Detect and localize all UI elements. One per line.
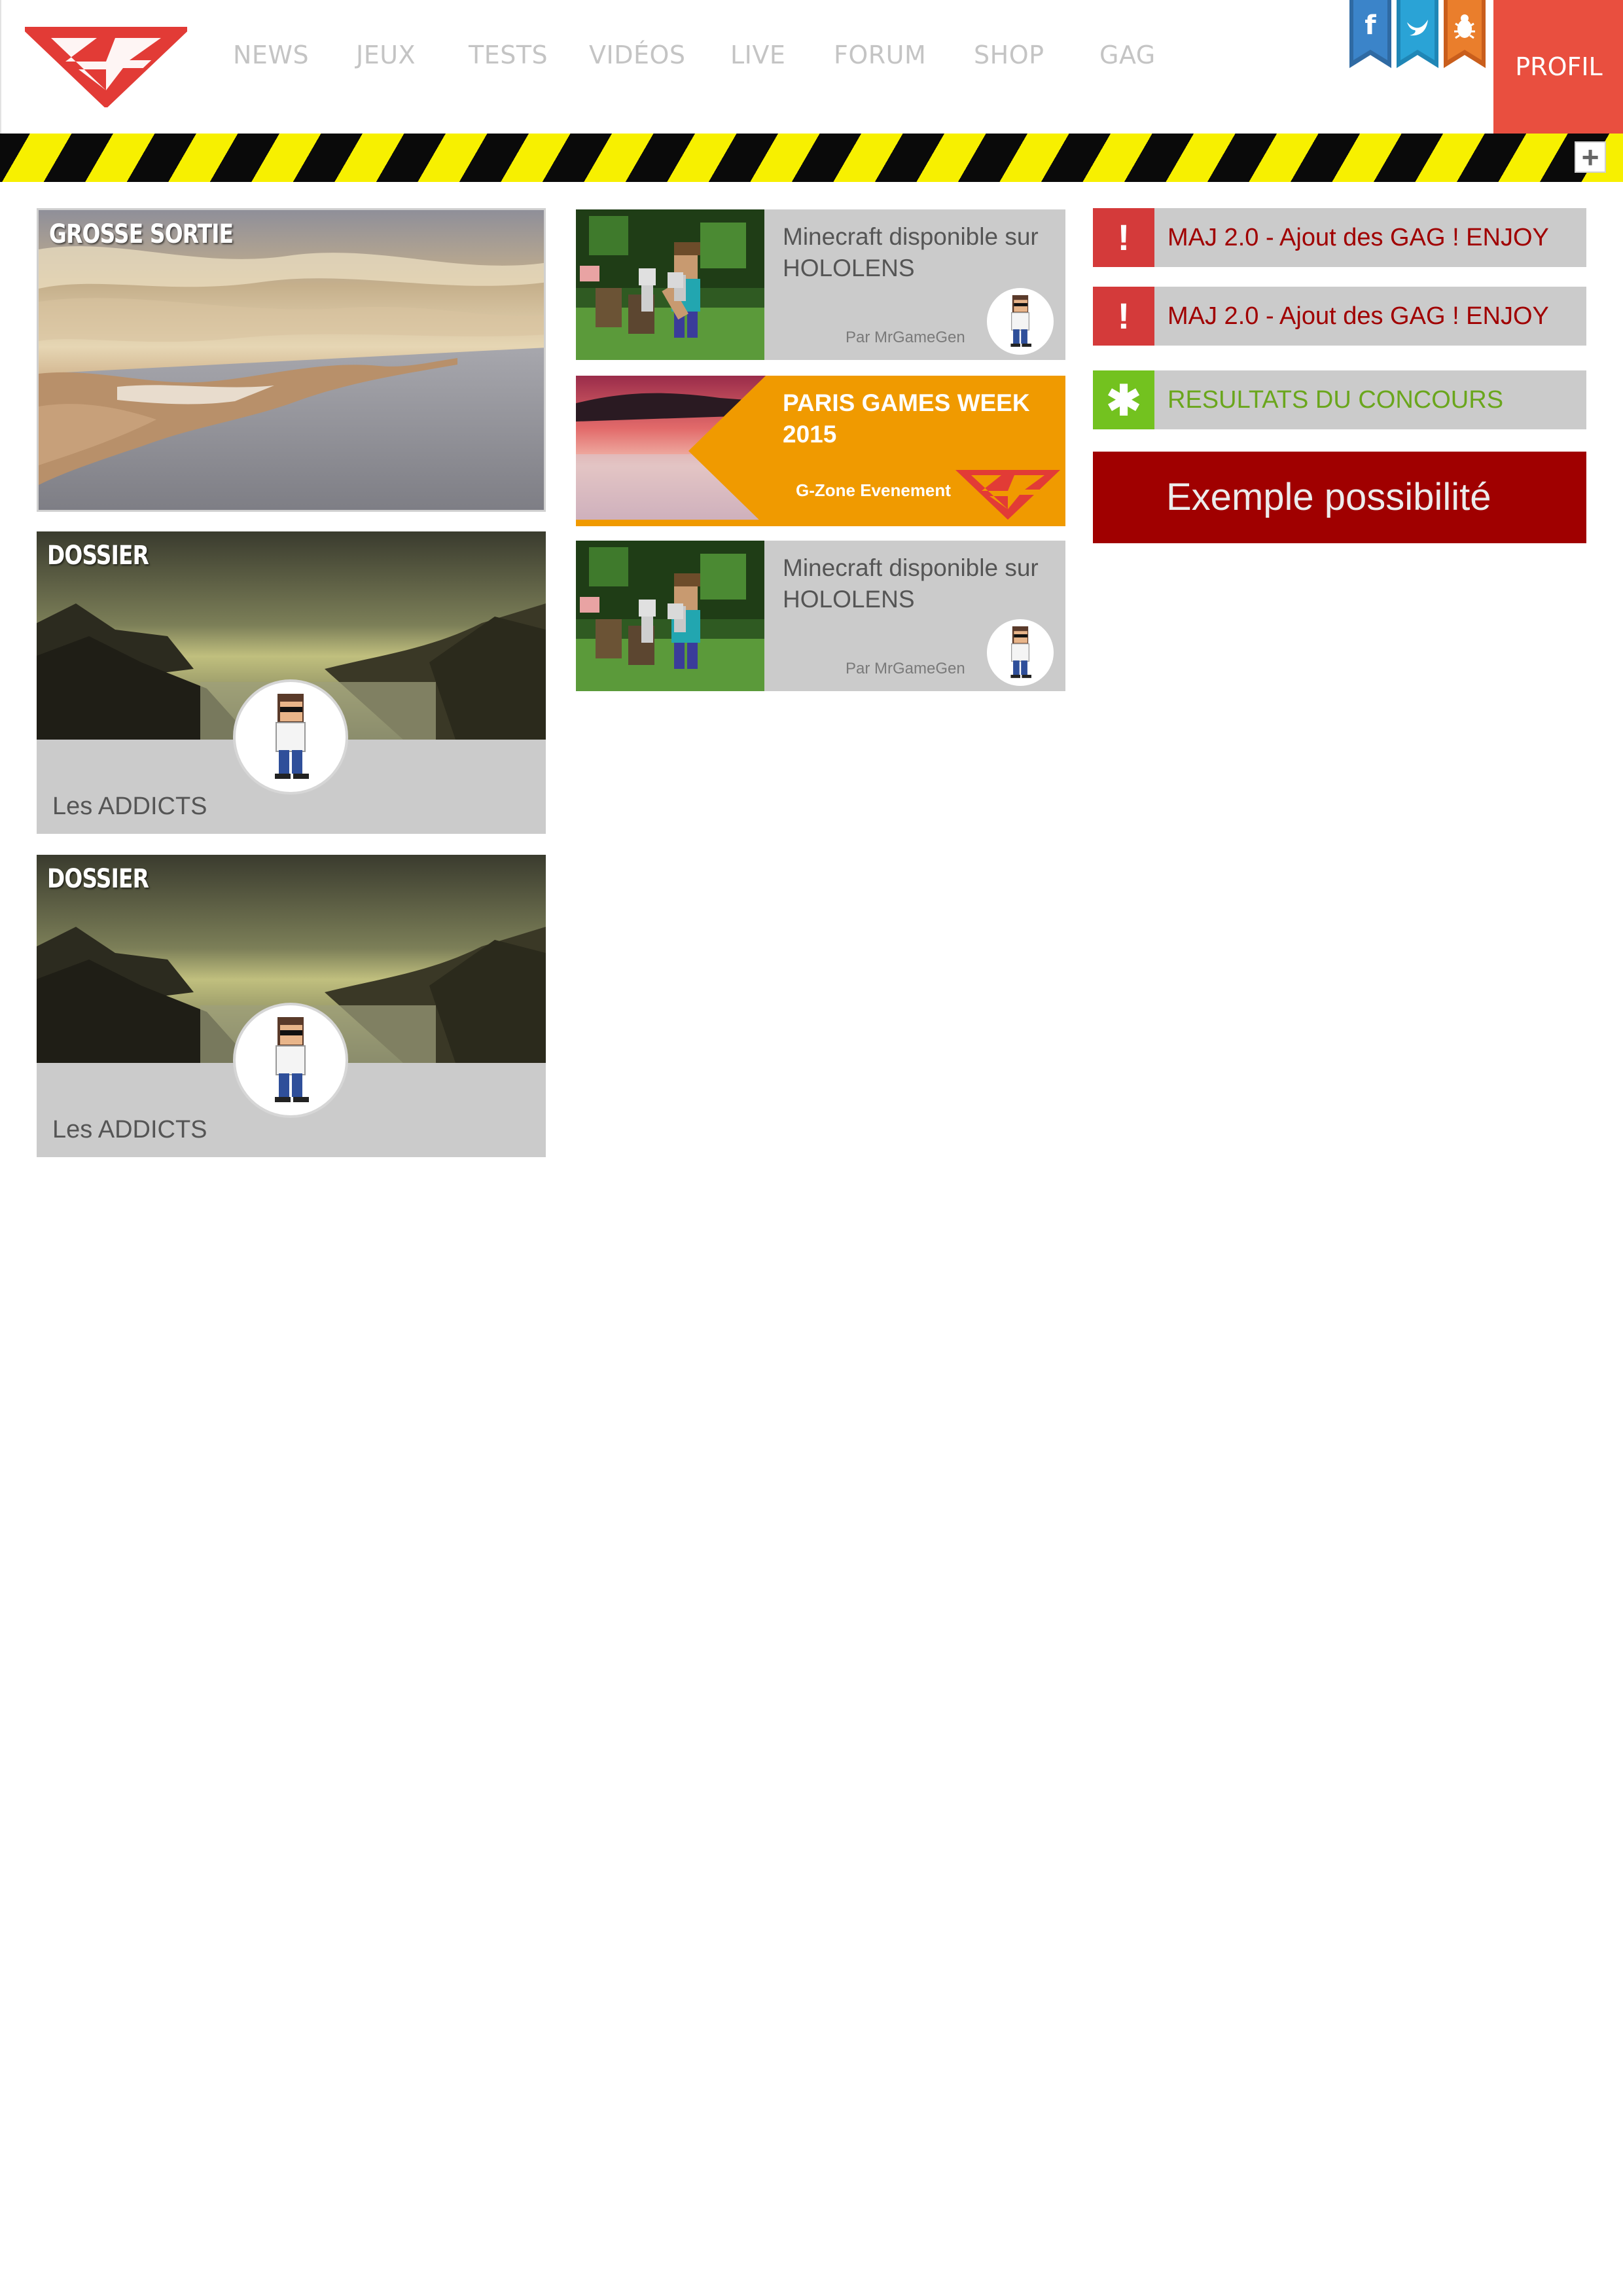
post-card-2[interactable]: Minecraft disponible sur HOLOLENS Par Mr… xyxy=(576,541,1065,691)
minecraft-thumbnail xyxy=(576,209,764,360)
hero-tag: GROSSE SORTIE xyxy=(49,219,234,249)
expand-plus-button[interactable]: + xyxy=(1575,141,1606,173)
post-author: Par MrGameGen xyxy=(846,660,965,677)
alert-text: MAJ 2.0 - Ajout des GAG ! ENJOY xyxy=(1168,224,1549,251)
hero-landscape-image xyxy=(39,210,544,510)
alert-exclamation-icon: ! xyxy=(1093,287,1154,346)
hero-card[interactable]: GROSSE SORTIE xyxy=(37,208,546,512)
hazard-stripe-banner xyxy=(0,134,1623,182)
nav-tests[interactable]: TESTS xyxy=(469,41,548,69)
event-title: PARIS GAMES WEEK 2015 xyxy=(783,389,1030,448)
dossier-card-1[interactable]: DOSSIER Les ADDICTS xyxy=(37,531,546,834)
author-avatar xyxy=(233,679,348,795)
facebook-icon[interactable]: f xyxy=(1348,0,1393,69)
profil-button[interactable]: PROFIL xyxy=(1493,0,1623,134)
dossier-title: Les ADDICTS xyxy=(52,1116,207,1143)
post-author: Par MrGameGen xyxy=(846,329,965,346)
top-header: NEWS JEUX TESTS VIDÉOS LIVE FORUM SHOP G… xyxy=(0,0,1623,134)
dossier-tag: DOSSIER xyxy=(47,864,149,894)
bug-icon[interactable] xyxy=(1442,0,1487,69)
nav-forum[interactable]: FORUM xyxy=(834,41,926,69)
alert-concours[interactable]: ✱ RESULTATS DU CONCOURS xyxy=(1093,370,1586,429)
post-title: Minecraft disponible sur HOLOLENS xyxy=(783,554,1039,613)
nav-gag[interactable]: GAG xyxy=(1099,41,1156,69)
asterisk-icon: ✱ xyxy=(1093,370,1154,429)
event-card-paris-games-week[interactable]: PARIS GAMES WEEK 2015 G-Zone Evenement xyxy=(576,376,1065,526)
svg-text:f: f xyxy=(1364,10,1376,41)
nav-news[interactable]: NEWS xyxy=(233,41,309,69)
nav-jeux[interactable]: JEUX xyxy=(356,41,416,69)
post-card-1[interactable]: Minecraft disponible sur HOLOLENS Par Mr… xyxy=(576,209,1065,360)
twitter-icon[interactable] xyxy=(1395,0,1440,69)
event-subtitle: G-Zone Evenement xyxy=(796,480,951,500)
author-avatar xyxy=(233,1003,348,1118)
post-title: Minecraft disponible sur HOLOLENS xyxy=(783,223,1039,281)
alert-maj-1[interactable]: ! MAJ 2.0 - Ajout des GAG ! ENJOY xyxy=(1093,208,1586,267)
alert-maj-2[interactable]: ! MAJ 2.0 - Ajout des GAG ! ENJOY xyxy=(1093,287,1586,346)
dossier-card-2[interactable]: DOSSIER Les ADDICTS xyxy=(37,855,546,1157)
author-mini-avatar xyxy=(987,619,1054,686)
nav-videos[interactable]: VIDÉOS xyxy=(589,41,686,69)
alert-text: RESULTATS DU CONCOURS xyxy=(1168,386,1504,414)
gzone-logo[interactable] xyxy=(25,22,187,107)
dossier-tag: DOSSIER xyxy=(47,541,149,571)
exemple-possibilite-button[interactable]: Exemple possibilité xyxy=(1093,452,1586,543)
nav-live[interactable]: LIVE xyxy=(730,41,785,69)
nav-shop[interactable]: SHOP xyxy=(974,41,1044,69)
minecraft-thumbnail xyxy=(576,541,764,691)
alert-exclamation-icon: ! xyxy=(1093,208,1154,267)
dossier-title: Les ADDICTS xyxy=(52,793,207,820)
alert-text: MAJ 2.0 - Ajout des GAG ! ENJOY xyxy=(1168,302,1549,330)
author-mini-avatar xyxy=(987,288,1054,355)
